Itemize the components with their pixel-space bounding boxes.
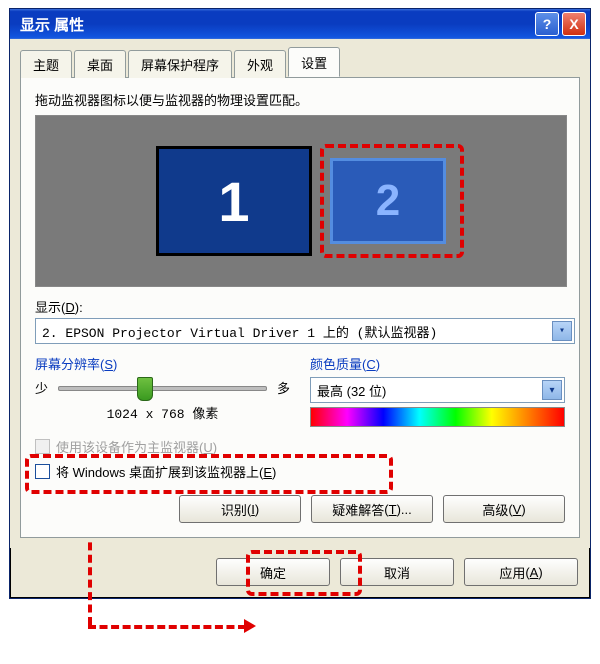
color-spectrum [310,407,565,427]
display-properties-window: 显示 属性 ? X 主题 桌面 屏幕保护程序 外观 设置 拖动监视器图标以便与监… [9,8,591,599]
display-select[interactable]: 2. EPSON Projector Virtual Driver 1 上的 (… [35,318,575,344]
cancel-button[interactable]: 取消 [340,558,454,586]
tabstrip: 主题 桌面 屏幕保护程序 外观 设置 [20,47,580,77]
primary-monitor-label-text: 使用该设备作为主监视器 [56,440,199,455]
troubleshoot-button-label: 疑难解答 [332,500,384,519]
resolution-hotkey: S [104,357,113,372]
apply-button-label: 应用 [499,563,525,582]
checkbox-box[interactable] [35,464,50,479]
window-title: 显示 属性 [20,14,84,35]
tab-screensaver[interactable]: 屏幕保护程序 [128,50,232,78]
annotation-line [88,625,246,629]
color-quality-select[interactable]: 最高 (32 位) ▾ [310,377,565,403]
primary-monitor-checkbox: 使用该设备作为主监视器(U) [35,437,565,456]
tab-desktop[interactable]: 桌面 [74,50,126,78]
client-area: 主题 桌面 屏幕保护程序 外观 设置 拖动监视器图标以便与监视器的物理设置匹配。… [10,39,590,548]
identify-button[interactable]: 识别(I) [179,495,301,523]
resolution-less-label: 少 [35,378,48,397]
display-label-text: 显示 [35,300,61,315]
extend-desktop-label: 将 Windows 桌面扩展到该监视器上(E) [56,462,276,481]
tab-theme-label: 主题 [33,58,59,73]
checkbox-box-disabled [35,439,50,454]
resolution-title: 屏幕分辨率(S) [35,354,290,373]
help-icon: ? [543,16,552,32]
monitor-2[interactable]: 2 [330,158,446,244]
color-quality-value: 最高 (32 位) [317,381,542,400]
tab-screensaver-label: 屏幕保护程序 [141,58,219,73]
advanced-button[interactable]: 高级(V) [443,495,565,523]
chevron-down-icon: ▾ [552,321,572,341]
help-button[interactable]: ? [535,12,559,36]
resolution-title-text: 屏幕分辨率 [35,357,100,372]
tab-panel-settings: 拖动监视器图标以便与监视器的物理设置匹配。 1 2 显示(D): 2. EPSO… [20,77,580,538]
slider-track [58,386,267,391]
annotation-arrow [244,619,256,633]
resolution-slider-row: 少 多 [35,377,290,397]
color-title-text: 颜色质量 [310,357,362,372]
extend-desktop-hotkey: E [263,465,272,480]
primary-monitor-label: 使用该设备作为主监视器(U) [56,437,217,456]
monitor-2-label: 2 [376,176,400,226]
resolution-group: 屏幕分辨率(S) 少 多 1024 x 768 像素 [35,354,290,427]
resolution-color-row: 屏幕分辨率(S) 少 多 1024 x 768 像素 颜色质量(C) [35,354,565,427]
advanced-hotkey: V [513,502,522,517]
extend-desktop-checkbox[interactable]: 将 Windows 桌面扩展到该监视器上(E) [35,462,565,481]
display-label: 显示(D): [35,300,83,315]
monitor-2-wrap: 2 [330,158,446,244]
display-select-value: 2. EPSON Projector Virtual Driver 1 上的 (… [42,322,552,341]
resolution-slider[interactable] [58,377,267,397]
extend-desktop-label-text: 将 Windows 桌面扩展到该监视器上 [56,465,259,480]
tab-settings[interactable]: 设置 [288,47,340,77]
titlebar[interactable]: 显示 属性 ? X [10,9,590,39]
close-button[interactable]: X [562,12,586,36]
primary-monitor-hotkey: U [203,440,212,455]
monitor-1[interactable]: 1 [156,146,312,256]
cancel-button-label: 取消 [384,563,410,582]
tab-appearance-label: 外观 [247,58,273,73]
advanced-button-label: 高级 [482,500,508,519]
chevron-down-icon: ▾ [542,380,562,400]
close-icon: X [569,16,578,32]
identify-hotkey: I [251,502,255,517]
tab-desktop-label: 桌面 [87,58,113,73]
tab-theme[interactable]: 主题 [20,50,72,78]
color-group: 颜色质量(C) 最高 (32 位) ▾ [310,354,565,427]
display-field: 显示(D): 2. EPSON Projector Virtual Driver… [35,297,565,344]
color-title: 颜色质量(C) [310,354,565,373]
monitor-1-label: 1 [218,169,249,234]
color-hotkey: C [366,357,375,372]
resolution-more-label: 多 [277,378,290,397]
monitor-preview: 1 2 [35,115,567,287]
ok-button-label: 确定 [260,563,286,582]
tab-settings-label: 设置 [301,56,327,71]
display-hotkey: D [65,300,74,315]
ok-button[interactable]: 确定 [216,558,330,586]
identify-button-label: 识别 [221,500,247,519]
instruction-text: 拖动监视器图标以便与监视器的物理设置匹配。 [35,90,565,109]
apply-button[interactable]: 应用(A) [464,558,578,586]
dialog-button-row: 确定 取消 应用(A) [10,548,590,598]
slider-thumb[interactable] [137,377,153,401]
apply-hotkey: A [530,565,539,580]
resolution-value: 1024 x 768 像素 [35,403,290,422]
troubleshoot-hotkey: T [389,502,397,517]
settings-button-row: 识别(I) 疑难解答(T)... 高级(V) [35,495,565,523]
troubleshoot-button[interactable]: 疑难解答(T)... [311,495,433,523]
tab-appearance[interactable]: 外观 [234,50,286,78]
